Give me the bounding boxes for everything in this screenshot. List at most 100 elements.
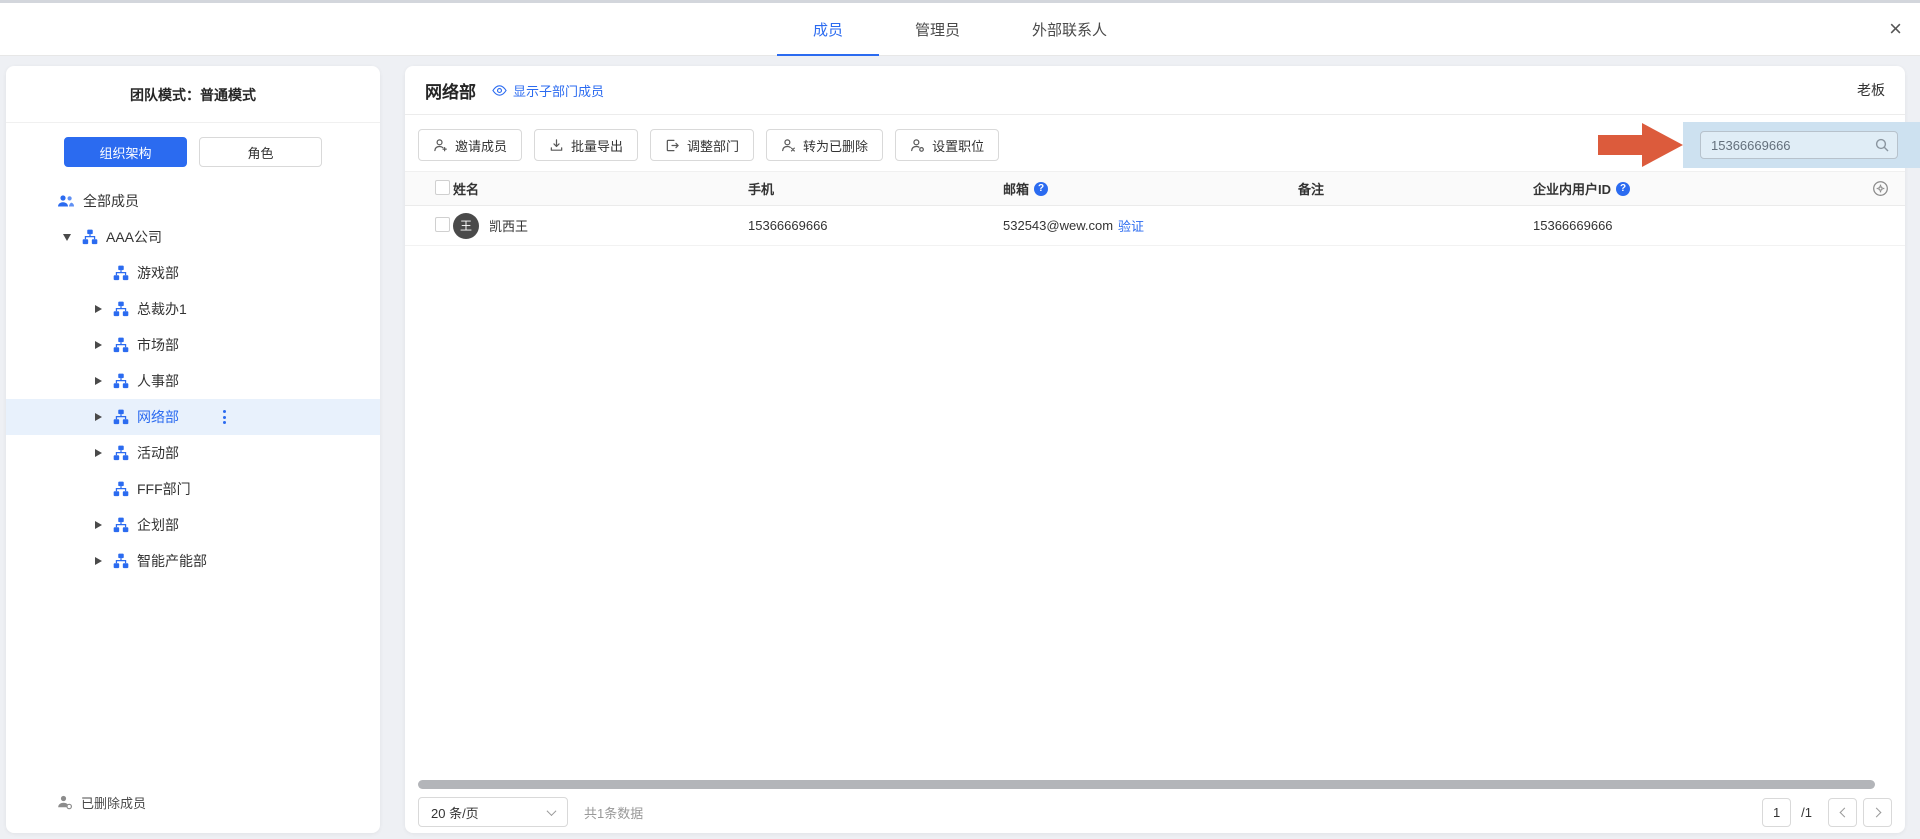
chevron-right-icon[interactable]	[91, 521, 105, 529]
horizontal-scrollbar[interactable]	[418, 780, 1875, 789]
move-to-deleted-button[interactable]: 转为已删除	[766, 129, 883, 161]
department-icon	[82, 229, 98, 245]
column-settings-icon[interactable]	[1872, 180, 1889, 197]
deleted-members-label: 已删除成员	[81, 793, 146, 812]
mode-switch: 组织架构 角色	[6, 137, 380, 167]
set-position-button[interactable]: 设置职位	[895, 129, 999, 161]
member-search-input[interactable]	[1700, 131, 1898, 159]
tree-item-label: 智能产能部	[137, 551, 207, 571]
person-remove-icon	[781, 138, 796, 153]
batch-export-button[interactable]: 批量导出	[534, 129, 638, 161]
prev-page-button[interactable]	[1828, 798, 1857, 827]
role-button[interactable]: 角色	[199, 137, 322, 167]
chevron-right-icon[interactable]	[91, 377, 105, 385]
total-count-label: 共1条数据	[584, 803, 643, 822]
person-gear-icon	[910, 138, 925, 153]
avatar: 王	[453, 213, 479, 239]
header-user-id-label: 企业内用户ID	[1533, 179, 1611, 198]
tree-item-smart-capacity-dept[interactable]: 智能产能部	[6, 543, 380, 579]
search-icon[interactable]	[1874, 137, 1890, 153]
select-all-checkbox[interactable]	[435, 180, 450, 195]
more-actions-icon[interactable]	[219, 406, 230, 428]
tree-item-games-dept[interactable]: 游戏部	[6, 255, 380, 291]
tree-item-label: AAA公司	[106, 227, 162, 247]
tree-item-network-dept[interactable]: 网络部	[6, 399, 380, 435]
tab-external-contacts[interactable]: 外部联系人	[996, 3, 1143, 55]
table-row[interactable]: 王 凯西王 15366669666 532543@wew.com 验证 1536…	[405, 206, 1905, 246]
tab-admins[interactable]: 管理员	[879, 3, 996, 55]
help-icon[interactable]: ?	[1034, 182, 1048, 196]
help-icon[interactable]: ?	[1616, 182, 1630, 196]
boss-link[interactable]: 老板	[1857, 80, 1885, 100]
adjust-department-button[interactable]: 调整部门	[650, 129, 754, 161]
chevron-down-icon	[547, 806, 557, 816]
header-remark: 备注	[1298, 179, 1533, 198]
page-size-value: 20 条/页	[431, 803, 479, 822]
chevron-right-icon[interactable]	[91, 305, 105, 313]
verify-email-link[interactable]: 验证	[1118, 216, 1144, 235]
header-email: 邮箱 ?	[1003, 179, 1298, 198]
header-user-id: 企业内用户ID ?	[1533, 179, 1863, 198]
chevron-right-icon[interactable]	[91, 557, 105, 565]
header-name: 姓名	[453, 179, 748, 198]
pagination-footer: 20 条/页 共1条数据 1 /1	[418, 797, 1892, 827]
department-icon	[113, 265, 129, 281]
department-icon	[113, 481, 129, 497]
close-icon[interactable]: ×	[1889, 18, 1902, 40]
tree-item-label: 市场部	[137, 335, 179, 355]
tree-item-label: 活动部	[137, 443, 179, 463]
tree-item-fff-dept[interactable]: FFF部门	[6, 471, 380, 507]
next-page-button[interactable]	[1863, 798, 1892, 827]
invite-member-button[interactable]: 邀请成员	[418, 129, 522, 161]
members-panel: 网络部 显示子部门成员 老板 邀请成员 批量导出 调整部门 转为已删除 设置职位	[405, 66, 1905, 833]
tree-item-activity-dept[interactable]: 活动部	[6, 435, 380, 471]
button-label: 设置职位	[932, 136, 984, 155]
tab-members[interactable]: 成员	[777, 3, 879, 55]
tree-item-label: FFF部门	[137, 479, 191, 499]
member-email: 532543@wew.com	[1003, 218, 1113, 233]
department-icon	[113, 337, 129, 353]
deleted-person-icon	[57, 794, 73, 810]
current-page-box[interactable]: 1	[1762, 798, 1791, 827]
row-checkbox[interactable]	[435, 217, 450, 232]
tab-group: 成员 管理员 外部联系人	[777, 3, 1143, 55]
page-size-select[interactable]: 20 条/页	[418, 797, 568, 827]
tree-item-all-members[interactable]: 全部成员	[6, 183, 380, 219]
tree-item-hr-dept[interactable]: 人事部	[6, 363, 380, 399]
tree-item-label: 总裁办1	[137, 299, 187, 319]
chevron-right-icon[interactable]	[91, 341, 105, 349]
org-sidebar: 团队模式：普通模式 组织架构 角色 全部成员 AAA公司 游戏部	[6, 66, 380, 833]
org-tree: 全部成员 AAA公司 游戏部 总裁办1	[6, 183, 380, 579]
department-icon	[113, 517, 129, 533]
team-mode-title: 团队模式：普通模式	[6, 66, 380, 105]
department-icon	[113, 553, 129, 569]
member-name: 凯西王	[489, 216, 528, 235]
department-icon	[113, 409, 129, 425]
top-tab-bar: 成员 管理员 外部联系人 ×	[0, 0, 1920, 56]
deleted-members-link[interactable]: 已删除成员	[6, 785, 380, 819]
tree-item-planning-dept[interactable]: 企划部	[6, 507, 380, 543]
department-title: 网络部	[425, 78, 476, 103]
department-header: 网络部 显示子部门成员 老板	[405, 66, 1905, 115]
button-label: 调整部门	[687, 136, 739, 155]
button-label: 批量导出	[571, 136, 623, 155]
org-structure-button[interactable]: 组织架构	[64, 137, 187, 167]
member-toolbar: 邀请成员 批量导出 调整部门 转为已删除 设置职位	[405, 115, 1905, 161]
chevron-down-icon[interactable]	[60, 234, 74, 241]
department-icon	[113, 373, 129, 389]
header-phone: 手机	[748, 179, 1003, 198]
tree-item-label: 网络部	[137, 407, 179, 427]
tree-item-company[interactable]: AAA公司	[6, 219, 380, 255]
chevron-right-icon[interactable]	[91, 413, 105, 421]
member-phone: 15366669666	[748, 218, 1003, 233]
tree-item-label: 全部成员	[83, 191, 139, 211]
people-group-icon	[57, 193, 75, 209]
tree-item-marketing-dept[interactable]: 市场部	[6, 327, 380, 363]
button-label: 邀请成员	[455, 136, 507, 155]
person-add-icon	[433, 138, 448, 153]
tree-item-president-office[interactable]: 总裁办1	[6, 291, 380, 327]
header-email-label: 邮箱	[1003, 179, 1029, 198]
show-sub-dept-link[interactable]: 显示子部门成员	[492, 81, 604, 100]
chevron-right-icon[interactable]	[91, 449, 105, 457]
tree-item-label: 游戏部	[137, 263, 179, 283]
